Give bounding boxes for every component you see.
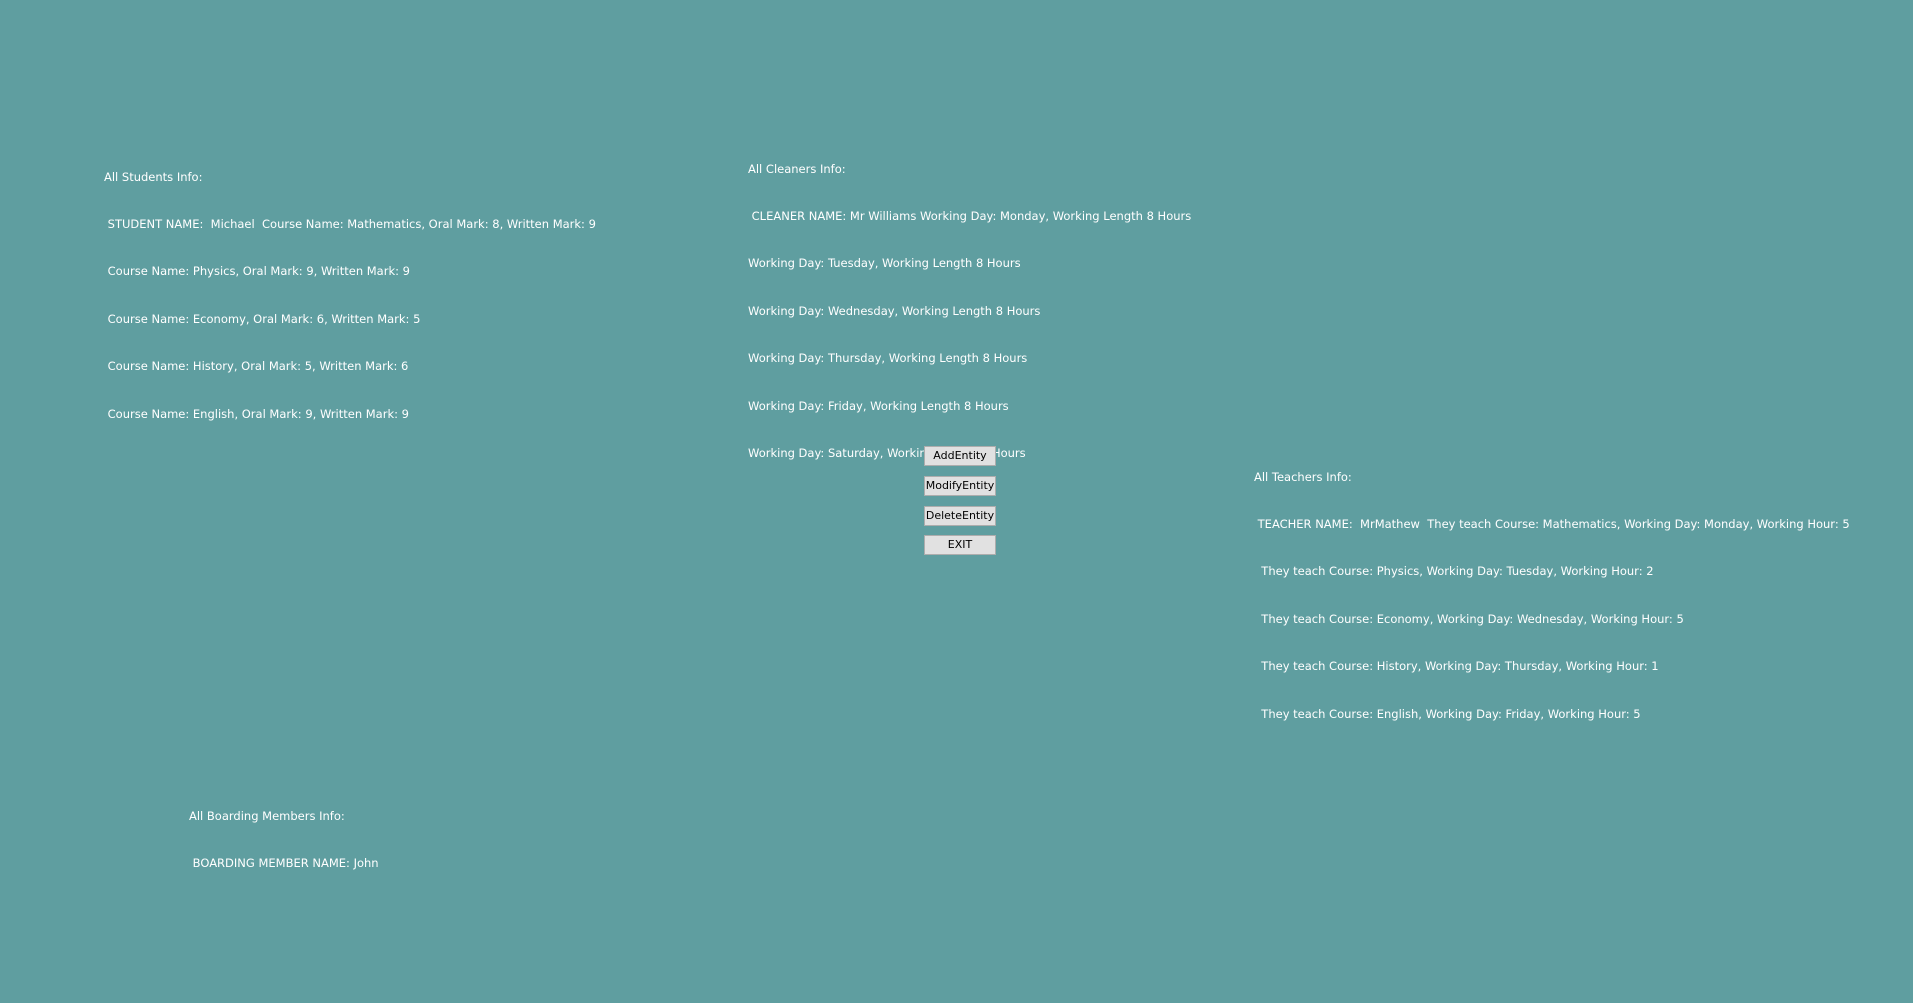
cleaners-info-line: Working Day: Tuesday, Working Length 8 H… bbox=[748, 256, 1021, 271]
students-info-header: All Students Info: bbox=[104, 169, 203, 184]
add-entity-button[interactable]: AddEntity bbox=[924, 446, 996, 466]
teachers-info-line: They teach Course: English, Working Day:… bbox=[1254, 706, 1641, 721]
cleaners-info-line: Working Day: Thursday, Working Length 8 … bbox=[748, 351, 1028, 366]
students-info-line: STUDENT NAME: Michael Course Name: Mathe… bbox=[104, 216, 596, 231]
students-info-line: Course Name: History, Oral Mark: 5, Writ… bbox=[104, 359, 409, 374]
teachers-info-line: They teach Course: Physics, Working Day:… bbox=[1254, 564, 1654, 579]
teachers-info-line: TEACHER NAME: MrMathew They teach Course… bbox=[1254, 516, 1850, 531]
delete-entity-button[interactable]: DeleteEntity bbox=[924, 506, 996, 526]
modify-entity-button[interactable]: ModifyEntity bbox=[924, 476, 996, 496]
students-info-line: Course Name: Physics, Oral Mark: 9, Writ… bbox=[104, 264, 410, 279]
cleaners-info-block: All Cleaners Info: CLEANER NAME: Mr Will… bbox=[748, 130, 1191, 478]
students-info-line: Course Name: English, Oral Mark: 9, Writ… bbox=[104, 406, 409, 421]
teachers-info-block: All Teachers Info: TEACHER NAME: MrMathe… bbox=[1254, 438, 1850, 738]
boarding-members-info-block: All Boarding Members Info: BOARDING MEMB… bbox=[189, 777, 379, 888]
boarding-members-info-header: All Boarding Members Info: bbox=[189, 808, 345, 823]
cleaners-info-line: CLEANER NAME: Mr Williams Working Day: M… bbox=[748, 208, 1192, 223]
cleaners-info-line: Working Day: Wednesday, Working Length 8… bbox=[748, 303, 1041, 318]
teachers-info-header: All Teachers Info: bbox=[1254, 469, 1352, 484]
cleaners-info-header: All Cleaners Info: bbox=[748, 161, 846, 176]
students-info-line: Course Name: Economy, Oral Mark: 6, Writ… bbox=[104, 311, 421, 326]
teachers-info-line: They teach Course: History, Working Day:… bbox=[1254, 659, 1659, 674]
cleaners-info-line: Working Day: Friday, Working Length 8 Ho… bbox=[748, 398, 1009, 413]
teachers-info-line: They teach Course: Economy, Working Day:… bbox=[1254, 611, 1684, 626]
exit-button[interactable]: EXIT bbox=[924, 535, 996, 555]
students-info-block: All Students Info: STUDENT NAME: Michael… bbox=[104, 138, 596, 438]
boarding-members-info-line: BOARDING MEMBER NAME: John bbox=[189, 855, 379, 870]
